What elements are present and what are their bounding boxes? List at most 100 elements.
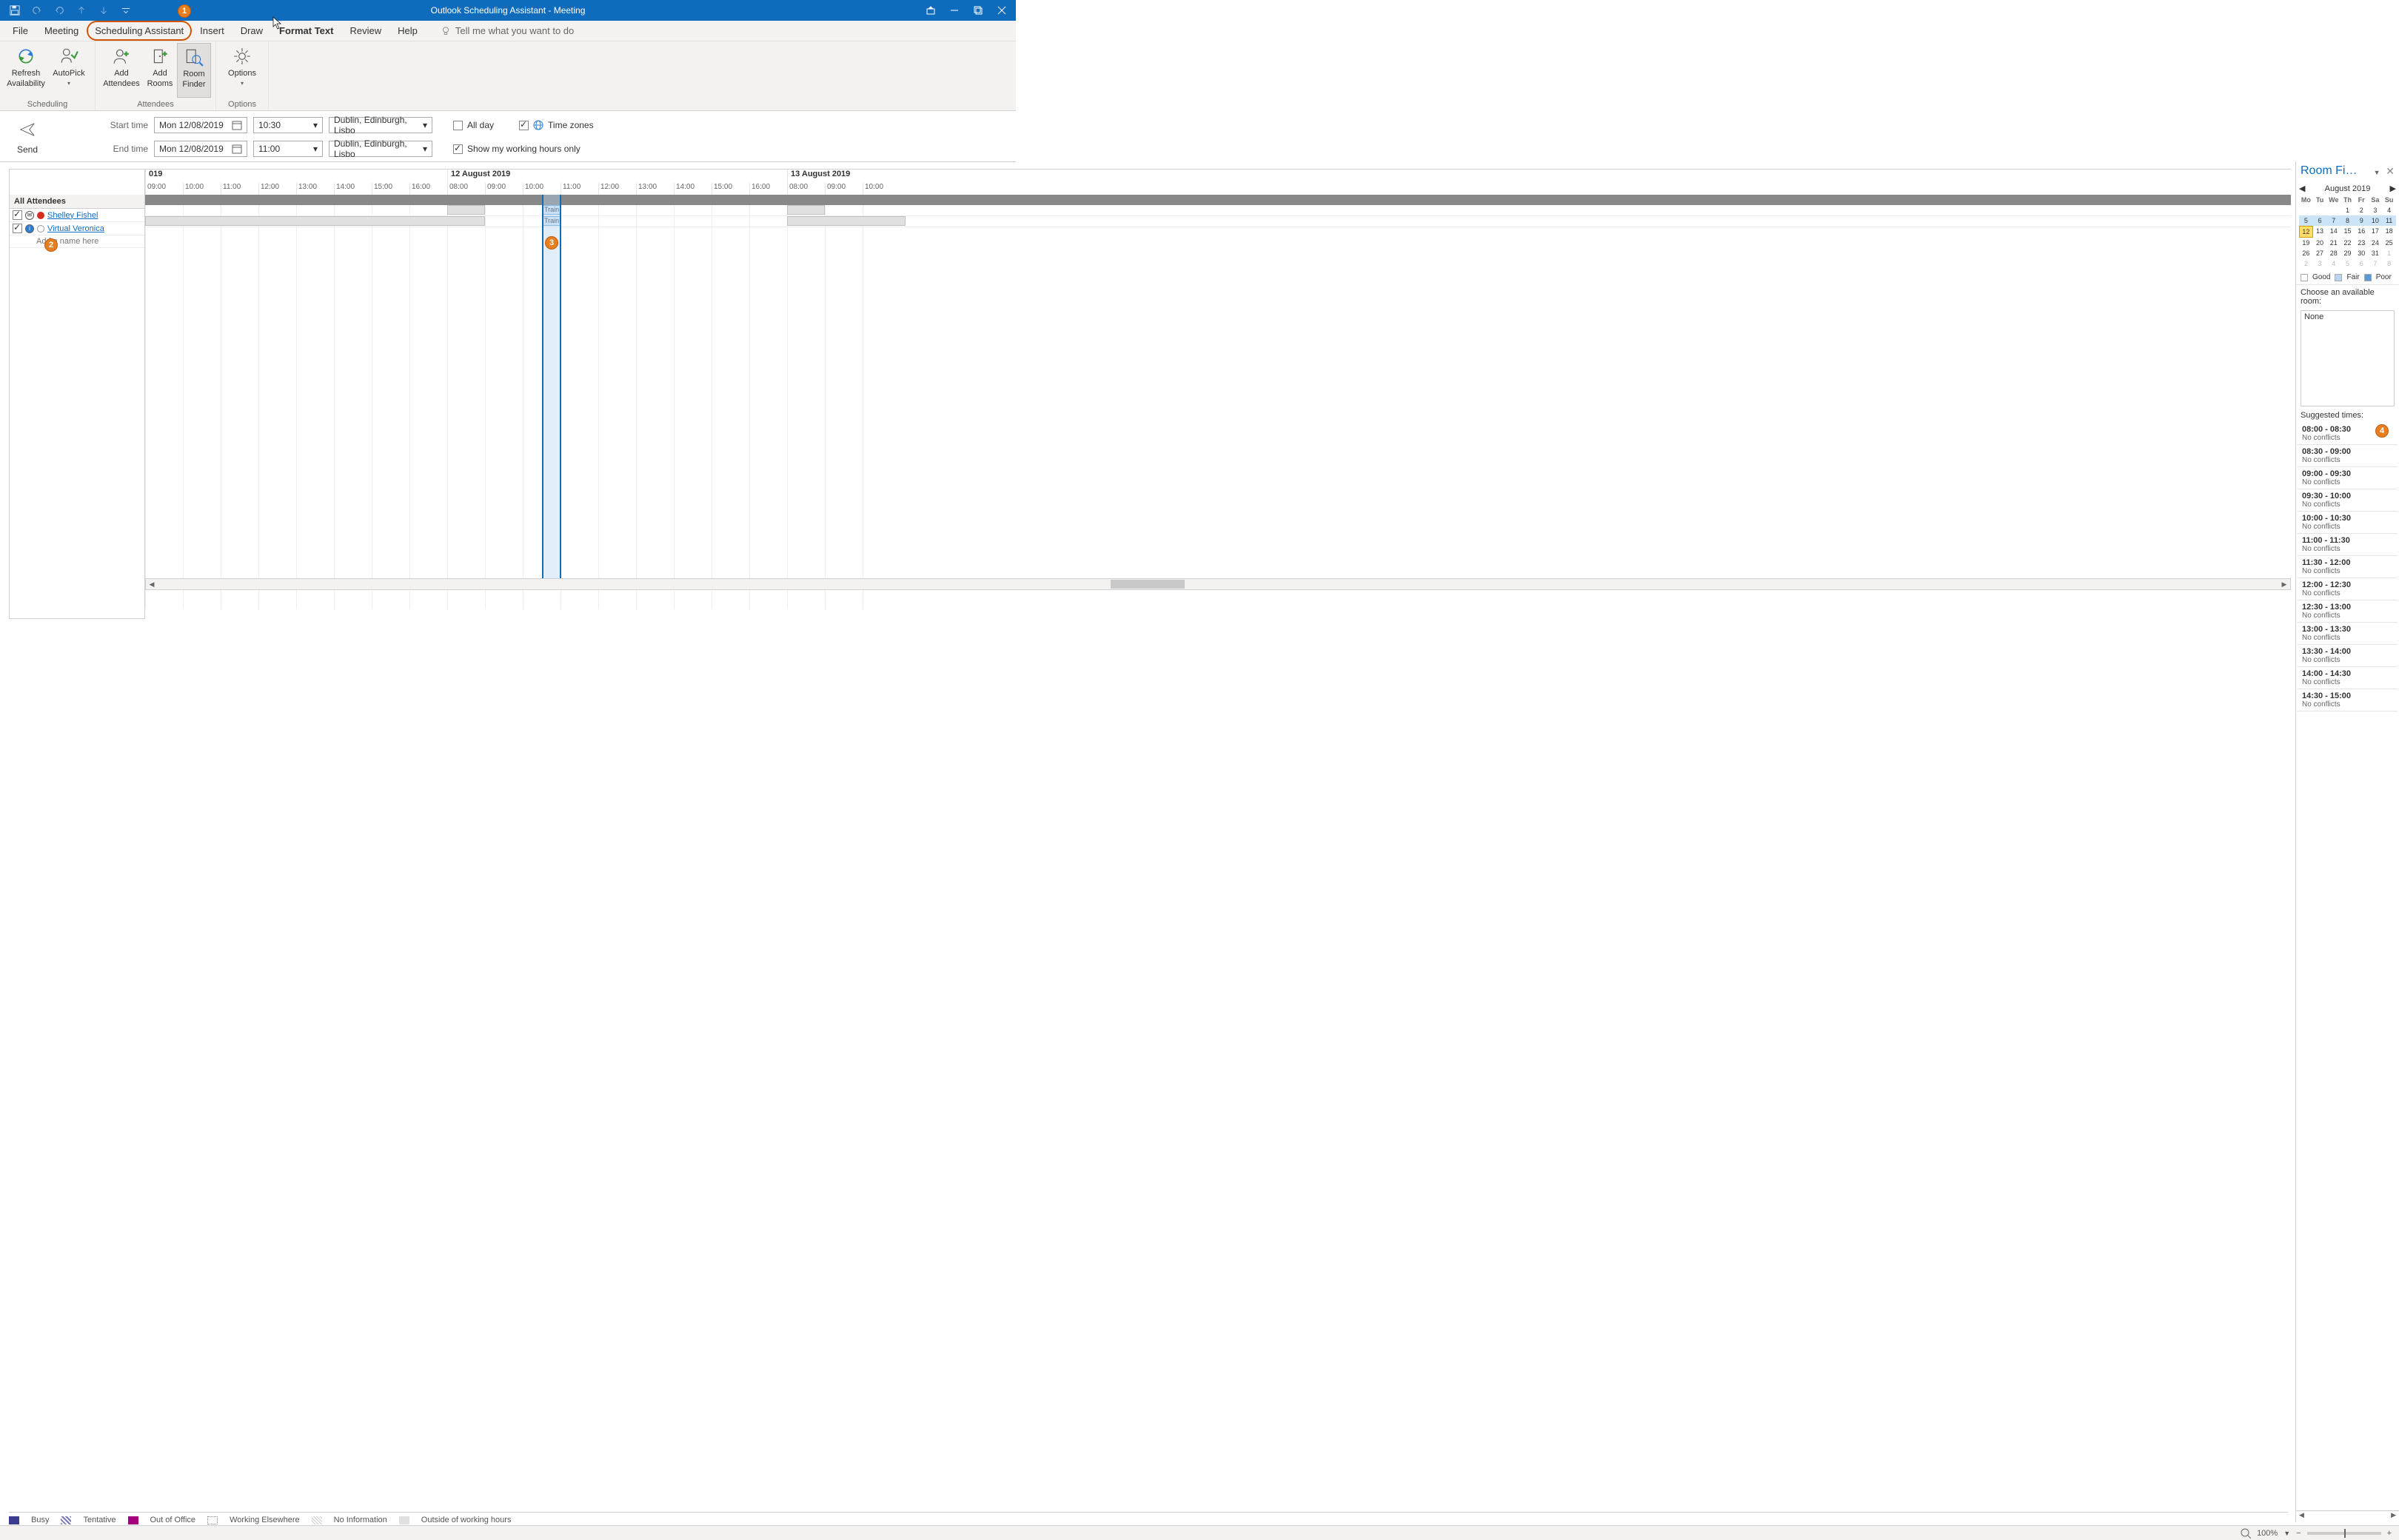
busy-block[interactable] [447, 205, 485, 215]
zoom-dropdown-icon[interactable]: ▼ [2283, 1530, 2290, 1537]
attendee-timeline-row[interactable]: Train [145, 205, 2291, 216]
calendar-day[interactable] [2299, 205, 2313, 215]
tab-review[interactable]: Review [341, 21, 389, 41]
scroll-left-icon[interactable]: ◀ [146, 580, 158, 589]
attendee-row[interactable]: ✉ Shelley Fishel [10, 209, 144, 222]
chevron-down-icon[interactable]: ▼ [2374, 169, 2380, 176]
zoom-slider[interactable] [2307, 1532, 2381, 1535]
scheduling-grid[interactable]: 019 12 August 2019 13 August 2019 09:001… [145, 169, 2291, 1522]
suggested-time-slot[interactable]: 12:00 - 12:30No conflicts [2298, 578, 2398, 600]
calendar-day[interactable]: 5 [2341, 258, 2355, 269]
calendar-day[interactable]: 19 [2299, 238, 2313, 248]
calendar-day[interactable]: 2 [2299, 258, 2313, 269]
tab-insert[interactable]: Insert [192, 21, 232, 41]
calendar-day[interactable]: 3 [2369, 205, 2383, 215]
calendar-day[interactable]: 31 [2369, 248, 2383, 258]
undo-icon[interactable] [31, 4, 43, 16]
calendar-day[interactable]: 13 [2313, 226, 2327, 238]
suggested-time-slot[interactable]: 13:00 - 13:30No conflicts [2298, 623, 2398, 645]
calendar-day[interactable]: 3 [2313, 258, 2327, 269]
options-button[interactable]: Options ▾ [221, 43, 264, 98]
calendar-day[interactable] [2313, 205, 2327, 215]
up-arrow-icon[interactable] [76, 4, 87, 16]
calendar-day[interactable]: 12 [2299, 226, 2313, 238]
working-hours-checkbox[interactable]: Show my working hours only [453, 144, 580, 154]
end-timezone-input[interactable]: Dublin, Edinburgh, Lisbo▾ [329, 141, 432, 157]
suggested-time-slot[interactable]: 14:00 - 14:30No conflicts [2298, 667, 2398, 689]
attendee-check-icon[interactable] [13, 210, 22, 220]
calendar-day[interactable]: 21 [2326, 238, 2341, 248]
calendar-day[interactable]: 20 [2313, 238, 2327, 248]
calendar-day[interactable]: 10 [2369, 215, 2383, 226]
attendee-row[interactable]: i Virtual Veronica [10, 222, 144, 235]
calendar-day[interactable]: 18 [2382, 226, 2396, 238]
prev-month-icon[interactable]: ◀ [2299, 184, 2305, 193]
refresh-availability-button[interactable]: Refresh Availability [4, 43, 47, 98]
attendee-timeline-row[interactable]: Train [145, 216, 2291, 227]
suggested-time-slot[interactable]: 13:30 - 14:00No conflicts [2298, 645, 2398, 667]
calendar-day[interactable]: 26 [2299, 248, 2313, 258]
ribbon-display-icon[interactable] [926, 5, 936, 16]
mini-calendar[interactable]: ◀ August 2019 ▶ MoTuWeThFrSaSu1234567891… [2296, 181, 2399, 270]
calendar-day[interactable]: 29 [2341, 248, 2355, 258]
suggested-time-slot[interactable]: 11:30 - 12:00No conflicts [2298, 556, 2398, 578]
calendar-day[interactable]: 23 [2355, 238, 2369, 248]
scroll-thumb[interactable] [1111, 580, 1185, 589]
calendar-day[interactable]: 22 [2341, 238, 2355, 248]
tell-me-search[interactable]: Tell me what you want to do [426, 21, 574, 41]
attendee-check-icon[interactable] [13, 224, 22, 233]
send-button[interactable]: Send [9, 117, 46, 158]
close-pane-icon[interactable]: ✕ [2386, 165, 2395, 177]
rf-horizontal-scroll[interactable]: ◀▶ [2296, 1510, 2399, 1522]
next-month-icon[interactable]: ▶ [2390, 184, 2396, 193]
calendar-day[interactable]: 6 [2313, 215, 2327, 226]
suggested-time-slot[interactable]: 12:30 - 13:00No conflicts [2298, 600, 2398, 623]
calendar-day[interactable]: 25 [2382, 238, 2396, 248]
all-day-checkbox[interactable]: All day [453, 120, 494, 130]
room-list[interactable]: None [2301, 310, 2395, 406]
redo-icon[interactable] [53, 4, 65, 16]
maximize-icon[interactable] [973, 5, 983, 16]
autopick-button[interactable]: AutoPick ▾ [47, 43, 90, 98]
end-date-input[interactable]: Mon 12/08/2019 [154, 141, 247, 157]
calendar-day[interactable]: 11 [2382, 215, 2396, 226]
calendar-day[interactable]: 14 [2326, 226, 2341, 238]
calendar-day[interactable]: 27 [2313, 248, 2327, 258]
calendar-day[interactable]: 4 [2382, 205, 2396, 215]
time-zones-checkbox[interactable]: Time zones [519, 120, 594, 130]
minimize-icon[interactable] [949, 5, 960, 16]
start-date-input[interactable]: Mon 12/08/2019 [154, 117, 247, 133]
suggested-time-slot[interactable]: 09:30 - 10:00No conflicts [2298, 489, 2398, 512]
zoom-out-icon[interactable] [2241, 1528, 2251, 1539]
start-timezone-input[interactable]: Dublin, Edinburgh, Lisbo▾ [329, 117, 432, 133]
end-time-input[interactable]: 11:00▾ [253, 141, 323, 157]
calendar-day[interactable]: 8 [2341, 215, 2355, 226]
down-arrow-icon[interactable] [98, 4, 110, 16]
calendar-day[interactable]: 24 [2369, 238, 2383, 248]
add-attendees-button[interactable]: Add Attendees [100, 43, 143, 98]
save-icon[interactable] [9, 4, 21, 16]
calendar-day[interactable]: 1 [2341, 205, 2355, 215]
calendar-day[interactable]: 16 [2355, 226, 2369, 238]
calendar-day[interactable]: 17 [2369, 226, 2383, 238]
suggested-time-slot[interactable]: 09:00 - 09:30No conflicts [2298, 467, 2398, 489]
zoom-minus[interactable]: − [2296, 1529, 2301, 1538]
calendar-day[interactable]: 30 [2355, 248, 2369, 258]
qat-customize-icon[interactable] [120, 4, 132, 16]
busy-block[interactable] [787, 216, 906, 226]
horizontal-scrollbar[interactable]: ◀ ▶ [145, 578, 2291, 590]
close-icon[interactable] [997, 5, 1007, 16]
suggested-time-slot[interactable]: 08:30 - 09:00No conflicts [2298, 445, 2398, 467]
suggested-time-slot[interactable]: 14:30 - 15:00No conflicts [2298, 689, 2398, 712]
suggested-times-list[interactable]: 4 08:00 - 08:30No conflicts08:30 - 09:00… [2296, 423, 2399, 1510]
tab-file[interactable]: File [4, 21, 36, 41]
add-attendee-row[interactable] [10, 235, 144, 248]
calendar-day[interactable]: 8 [2382, 258, 2396, 269]
tab-scheduling-assistant[interactable]: Scheduling Assistant [87, 21, 192, 41]
calendar-day[interactable]: 5 [2299, 215, 2313, 226]
tab-help[interactable]: Help [389, 21, 426, 41]
attendee-name[interactable]: Virtual Veronica [47, 224, 104, 233]
suggested-time-slot[interactable]: 11:00 - 11:30No conflicts [2298, 534, 2398, 556]
tab-draw[interactable]: Draw [232, 21, 271, 41]
calendar-day[interactable]: 6 [2355, 258, 2369, 269]
